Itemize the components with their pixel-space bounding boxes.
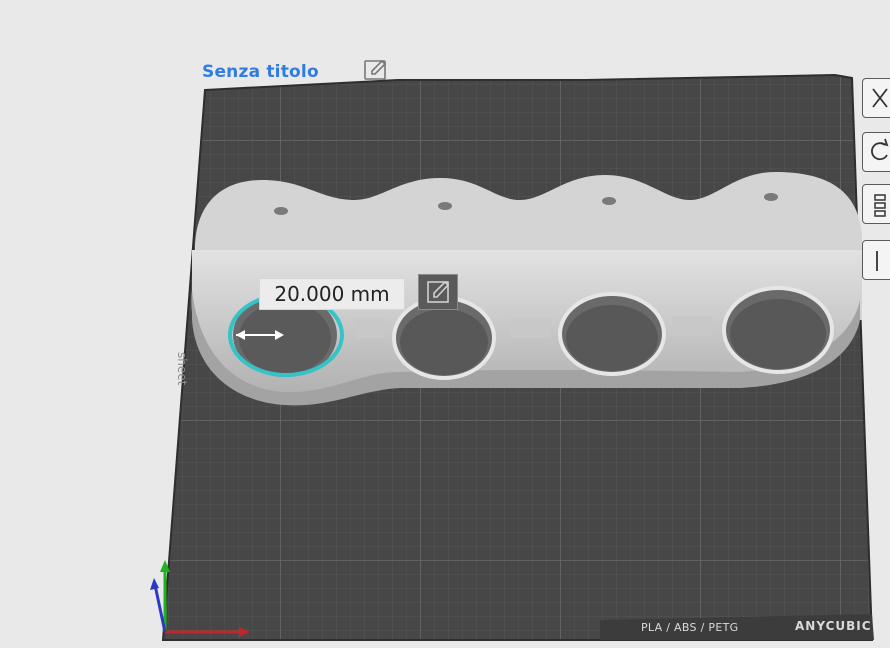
bed-brand-label: ANYCUBIC [795,619,872,633]
pencil-icon[interactable] [418,274,458,310]
3d-viewport[interactable]: Senza titolo 20.000 mm PLA / ABS / PETG … [0,0,890,644]
layers-icon[interactable] [862,184,890,224]
measurement-value: 20.000 mm [259,278,405,310]
settings-icon[interactable] [862,240,890,280]
bed-material-label: PLA / ABS / PETG [641,621,739,634]
rotate-icon[interactable] [862,132,890,172]
project-title[interactable]: Senza titolo [202,62,319,82]
pencil-icon[interactable] [362,58,390,82]
close-icon[interactable] [862,78,890,118]
bed-sheet-label: sheet [175,352,189,386]
scene-svg[interactable] [0,0,890,644]
